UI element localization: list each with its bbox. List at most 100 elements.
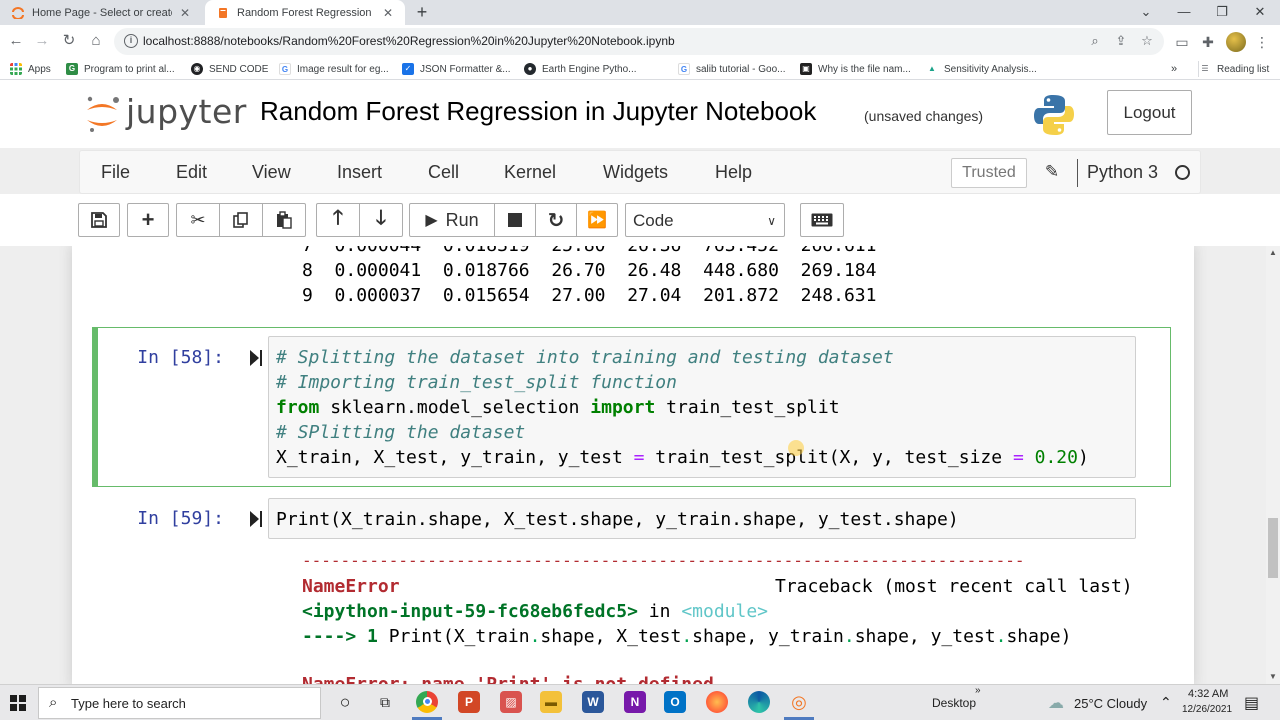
github-icon: ●: [524, 63, 536, 75]
url-text[interactable]: localhost:8888/notebooks/Random%20Forest…: [143, 34, 675, 48]
menu-view[interactable]: View: [252, 162, 291, 183]
toolbar-expand-icon[interactable]: »: [975, 685, 981, 696]
notebook-title[interactable]: Random Forest Regression in Jupyter Note…: [260, 96, 816, 127]
task-view-icon[interactable]: ⧉: [374, 691, 396, 713]
new-tab-plus-icon[interactable]: +: [412, 2, 432, 22]
menu-cell[interactable]: Cell: [428, 162, 459, 183]
more-bookmarks-icon[interactable]: »: [1171, 61, 1177, 77]
tray-chevron-up-icon[interactable]: ⌃: [1160, 694, 1172, 711]
scroll-thumb[interactable]: [1268, 518, 1278, 578]
command-palette-button[interactable]: [800, 203, 844, 237]
bookmark-label: JSON Formatter &...: [420, 63, 511, 75]
code-line: # Splitting the dataset into training an…: [276, 347, 894, 368]
cortana-circle-icon[interactable]: ○: [334, 691, 356, 713]
clock-date[interactable]: 12/26/2021: [1182, 704, 1232, 715]
menu-widgets[interactable]: Widgets: [603, 162, 668, 183]
copy-button[interactable]: [219, 203, 263, 237]
logout-button[interactable]: Logout: [1107, 90, 1192, 135]
edit-button-group: ✂: [176, 203, 306, 237]
site-info-icon[interactable]: i: [124, 34, 138, 48]
notifications-icon[interactable]: ▤: [1244, 693, 1259, 713]
close-tab-icon[interactable]: ✕: [381, 6, 395, 20]
notebook-scroll-area[interactable]: 7 0.000044 0.018319 25.80 26.36 763.452 …: [0, 246, 1280, 684]
restart-run-all-button[interactable]: ⏩: [576, 203, 618, 237]
bookmark-program[interactable]: G Program to print al...: [66, 61, 175, 77]
move-down-button[interactable]: 🡓: [359, 203, 403, 237]
browser-tab-bar: Home Page - Select or create a n ✕ Rando…: [0, 0, 1280, 25]
omnibox[interactable]: i localhost:8888/notebooks/Random%20Fore…: [114, 28, 1164, 55]
extensions-puzzle-icon[interactable]: ✚: [1198, 32, 1218, 52]
browser-menu-icon[interactable]: ⋮: [1252, 32, 1272, 52]
taskbar-search-box[interactable]: ⌕ Type here to search: [38, 687, 321, 719]
code-editor-59[interactable]: Print(X_train.shape, X_test.shape, y_tra…: [268, 498, 1136, 539]
floppy-save-icon: [91, 212, 107, 228]
maximize-icon[interactable]: ❐: [1203, 0, 1241, 25]
bookmark-earth-engine[interactable]: ● Earth Engine Pytho...: [524, 61, 637, 77]
close-tab-icon[interactable]: ✕: [178, 6, 192, 20]
reload-icon[interactable]: ↻: [57, 29, 81, 53]
minimize-icon[interactable]: —: [1165, 0, 1203, 25]
menu-edit[interactable]: Edit: [176, 162, 207, 183]
bookmark-sensitivity[interactable]: ▲ Sensitivity Analysis...: [926, 61, 1037, 77]
tab-notebook[interactable]: Random Forest Regression in Jup ✕: [205, 0, 405, 25]
bookmark-star-icon[interactable]: ☆: [1138, 32, 1156, 50]
edit-pencil-icon[interactable]: ✎: [1042, 162, 1062, 182]
home-icon[interactable]: ⌂: [84, 29, 108, 53]
forward-arrow-icon[interactable]: →: [30, 29, 54, 53]
menu-file[interactable]: File: [101, 162, 130, 183]
back-arrow-icon[interactable]: ←: [4, 29, 28, 53]
edge-taskbar-icon[interactable]: [748, 691, 770, 713]
kernel-idle-indicator-icon: [1175, 165, 1190, 180]
file-explorer-icon[interactable]: ▬: [540, 691, 562, 713]
desktop-toolbar-label[interactable]: Desktop: [932, 696, 976, 710]
menu-help[interactable]: Help: [715, 162, 752, 183]
onenote-taskbar-icon[interactable]: N: [624, 691, 646, 713]
interrupt-button[interactable]: [494, 203, 536, 237]
restart-button[interactable]: ↻: [535, 203, 577, 237]
cut-button[interactable]: ✂: [176, 203, 220, 237]
tab-search-chevron-icon[interactable]: ⌄: [1127, 0, 1165, 25]
reading-mode-icon[interactable]: ▭: [1172, 32, 1192, 52]
menu-insert[interactable]: Insert: [337, 162, 382, 183]
image-viewer-taskbar-icon[interactable]: ▨: [500, 691, 522, 713]
paste-button[interactable]: [262, 203, 306, 237]
reading-list[interactable]: ☰ Reading list: [1198, 61, 1269, 77]
code-editor-58[interactable]: # Splitting the dataset into training an…: [268, 336, 1136, 478]
bookmark-why-file[interactable]: ▣ Why is the file nam...: [800, 61, 911, 77]
bookmark-image-result[interactable]: G Image result for eg...: [279, 61, 389, 77]
chrome-taskbar-icon[interactable]: [416, 691, 438, 713]
jupyter-taskbar-icon[interactable]: ◎: [788, 691, 810, 713]
page-scrollbar[interactable]: ▲ ▼: [1266, 246, 1280, 684]
bookmark-salib[interactable]: G salib tutorial - Goo...: [678, 61, 785, 77]
weather-text[interactable]: 25°C Cloudy: [1074, 696, 1147, 711]
run-cell-marker-icon[interactable]: [249, 510, 263, 528]
bookmark-json-formatter[interactable]: ✓ JSON Formatter &...: [402, 61, 511, 77]
outlook-taskbar-icon[interactable]: O: [664, 691, 686, 713]
cell-type-select[interactable]: Code ∨: [625, 203, 785, 237]
jupyter-header: jupyter Random Forest Regression in Jupy…: [0, 80, 1280, 148]
clock-time[interactable]: 4:32 AM: [1188, 688, 1228, 700]
trusted-button[interactable]: Trusted: [951, 158, 1027, 188]
scroll-down-arrow-icon[interactable]: ▼: [1266, 670, 1280, 684]
window-close-icon[interactable]: ✕: [1241, 0, 1279, 25]
run-button[interactable]: ▶ Run: [409, 203, 495, 237]
bookmark-apps[interactable]: Apps: [10, 61, 51, 77]
windows-start-icon[interactable]: [10, 695, 26, 711]
word-taskbar-icon[interactable]: W: [582, 691, 604, 713]
powerpoint-taskbar-icon[interactable]: P: [458, 691, 480, 713]
profile-avatar[interactable]: [1226, 32, 1246, 52]
kernel-name[interactable]: Python 3: [1087, 162, 1158, 183]
jupyter-logo-text: jupyter: [126, 92, 247, 131]
arrow-up-icon: 🡑: [332, 207, 344, 229]
tab-home-page[interactable]: Home Page - Select or create a n ✕: [0, 0, 202, 25]
save-button[interactable]: [78, 203, 120, 237]
firefox-taskbar-icon[interactable]: [706, 691, 728, 713]
menu-kernel[interactable]: Kernel: [504, 162, 556, 183]
share-icon[interactable]: ⇪: [1112, 32, 1130, 50]
scroll-up-arrow-icon[interactable]: ▲: [1266, 246, 1280, 260]
run-cell-marker-icon[interactable]: [249, 349, 263, 367]
bookmark-send-code[interactable]: ◉ SEND CODE: [191, 61, 268, 77]
move-up-button[interactable]: 🡑: [316, 203, 360, 237]
zoom-icon[interactable]: ⌕: [1086, 32, 1104, 50]
insert-cell-button[interactable]: +: [127, 203, 169, 237]
